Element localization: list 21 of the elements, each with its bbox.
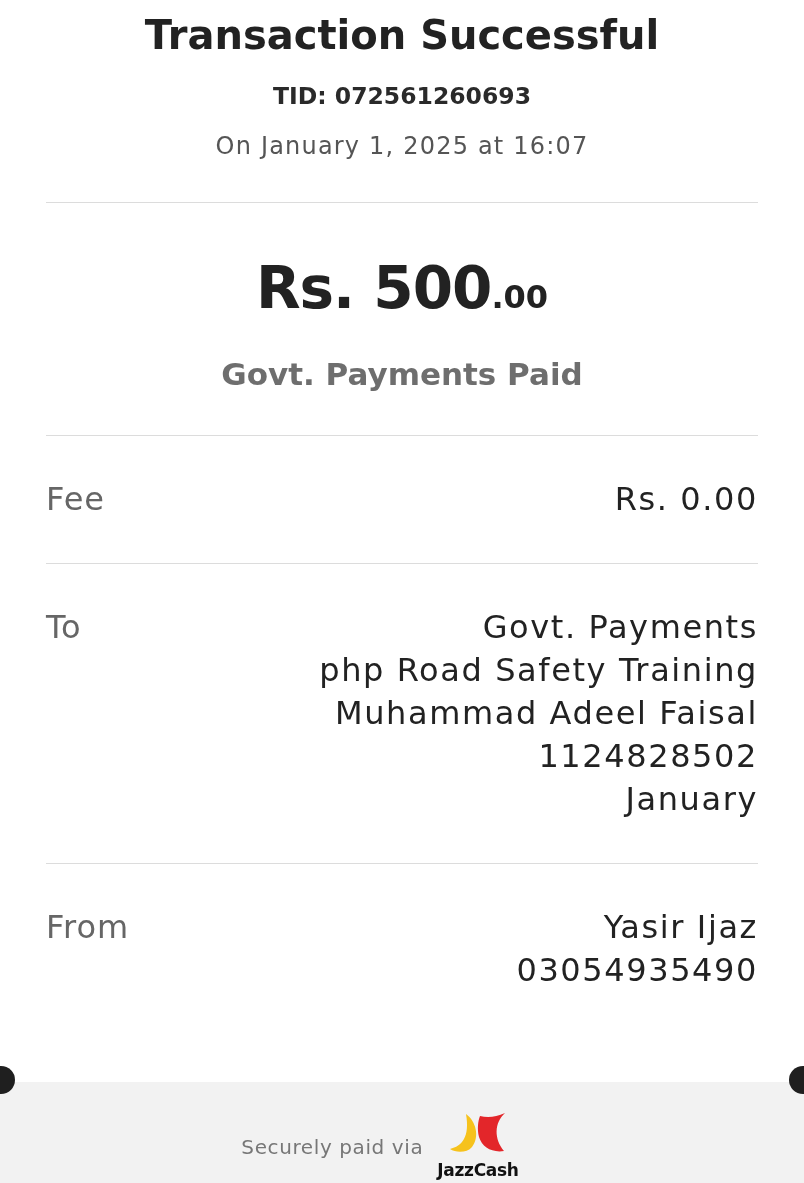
transaction-id-text: TID: 072561260693 bbox=[272, 81, 532, 111]
row-label: Fee bbox=[46, 479, 106, 520]
row-value: Govt. Payments bbox=[482, 607, 758, 648]
row-value: php Road Safety Training bbox=[319, 650, 758, 691]
row-value: Muhammad Adeel Faisal bbox=[334, 693, 758, 734]
row-label: From bbox=[46, 907, 130, 948]
row-value: Yasir Ijaz bbox=[603, 907, 758, 948]
logo-text: JazzCash bbox=[437, 1160, 519, 1180]
row-label: To bbox=[46, 607, 82, 648]
row-value: Rs. 0.00 bbox=[614, 479, 758, 520]
notch-icon bbox=[0, 1066, 15, 1094]
row-value: 1124828502 bbox=[538, 736, 758, 777]
footer-text: Securely paid via bbox=[241, 1133, 424, 1160]
row-value: January bbox=[625, 779, 758, 820]
page-title: Transaction Successful bbox=[144, 11, 660, 59]
row-value: 03054935490 bbox=[516, 950, 758, 991]
notch-icon bbox=[789, 1066, 804, 1094]
date-text: On January 1, 2025 at 16:07 bbox=[215, 131, 589, 161]
amount-text: Rs. 500.00 bbox=[255, 253, 549, 324]
logo-icon bbox=[449, 1113, 506, 1153]
payment-caption: Govt. Payments Paid bbox=[221, 355, 583, 394]
